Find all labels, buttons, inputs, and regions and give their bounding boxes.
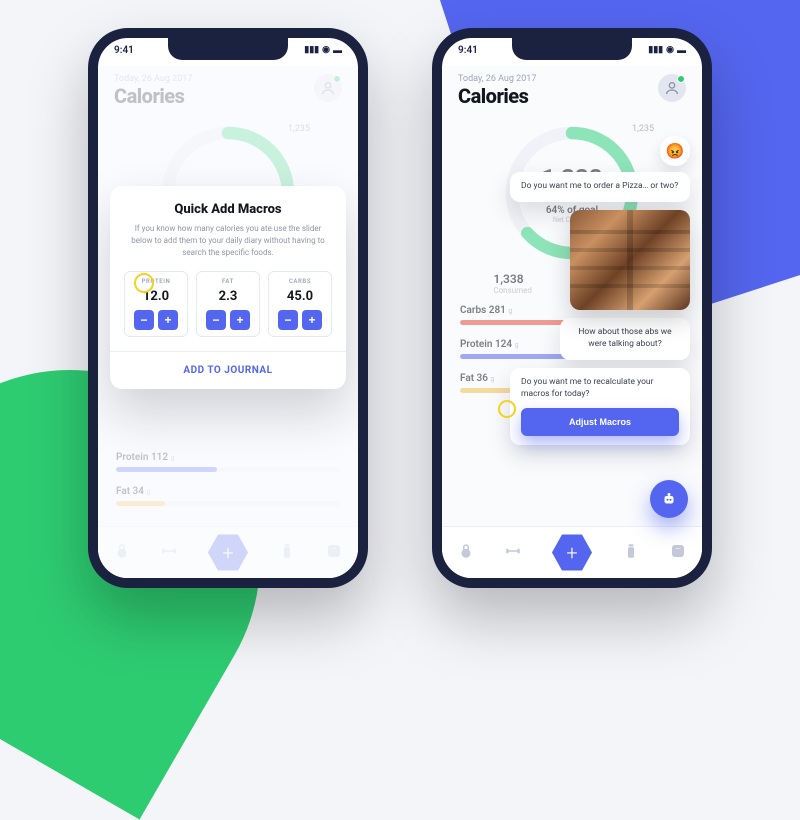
carbs-minus-button[interactable]: − (278, 310, 298, 330)
ring-value-label: 1,235 (632, 124, 654, 134)
status-icons: ▮▮▮ ◉ ▬ (648, 45, 686, 56)
tab-scale-icon[interactable] (669, 542, 687, 564)
macro-label: FAT (203, 278, 253, 285)
adjust-macros-button[interactable]: Adjust Macros (521, 408, 679, 436)
wifi-icon: ◉ (322, 45, 330, 55)
tab-kettlebell-icon[interactable] (457, 542, 475, 564)
add-to-journal-button[interactable]: ADD TO JOURNAL (110, 351, 346, 389)
chat-message-3: Do you want me to recalculate your macro… (510, 368, 690, 446)
wifi-icon: ◉ (666, 45, 674, 55)
page-title: Calories (458, 84, 536, 108)
assistant-chat: 😡 Do you want me to order a Pizza… or tw… (510, 136, 690, 453)
fat-minus-button[interactable]: − (206, 310, 226, 330)
protein-minus-button[interactable]: − (134, 310, 154, 330)
fat-plus-button[interactable]: + (230, 310, 250, 330)
battery-icon: ▬ (333, 45, 342, 56)
avatar[interactable] (658, 74, 686, 102)
battery-icon: ▬ (677, 45, 686, 56)
bar-fill (460, 388, 514, 393)
highlight-circle (498, 400, 516, 418)
macro-value: 45.0 (275, 289, 325, 304)
header: Today, 26 Aug 2017 Calories (442, 66, 702, 112)
macro-label: CARBS (275, 278, 325, 285)
phone-right: 9:41 ▮▮▮ ◉ ▬ Today, 26 Aug 2017 Calories (432, 28, 712, 588)
tab-bottle-icon[interactable] (622, 542, 640, 564)
phone-left: 9:41 ▮▮▮ ◉ ▬ Today, 26 Aug 2017 Calories (88, 28, 368, 588)
emoji-angry-icon: 😡 (660, 136, 690, 166)
status-icons: ▮▮▮ ◉ ▬ (304, 45, 342, 56)
assistant-fab[interactable] (650, 480, 688, 518)
highlight-circle (134, 273, 154, 293)
status-time: 9:41 (458, 45, 478, 56)
protein-plus-button[interactable]: + (158, 310, 178, 330)
notch (512, 38, 632, 60)
macro-fat: FAT 2.3 − + (196, 271, 260, 337)
tab-add-button[interactable]: + (552, 533, 592, 573)
chat-image-abs (570, 210, 690, 310)
macro-carbs: CARBS 45.0 − + (268, 271, 332, 337)
chat-message-1: Do you want me to order a Pizza… or two? (510, 172, 690, 202)
tab-dumbbell-icon[interactable] (504, 542, 522, 564)
macro-value: 2.3 (203, 289, 253, 304)
tabbar: + (442, 526, 702, 578)
signal-icon: ▮▮▮ (304, 45, 319, 55)
status-time: 9:41 (114, 45, 134, 56)
signal-icon: ▮▮▮ (648, 45, 663, 55)
header-date: Today, 26 Aug 2017 (458, 74, 536, 84)
notch (168, 38, 288, 60)
carbs-plus-button[interactable]: + (302, 310, 322, 330)
modal-text: If you know how many calories you ate us… (130, 223, 326, 259)
chat-message-2: How about those abs we were talking abou… (560, 318, 690, 360)
modal-title: Quick Add Macros (124, 202, 332, 217)
